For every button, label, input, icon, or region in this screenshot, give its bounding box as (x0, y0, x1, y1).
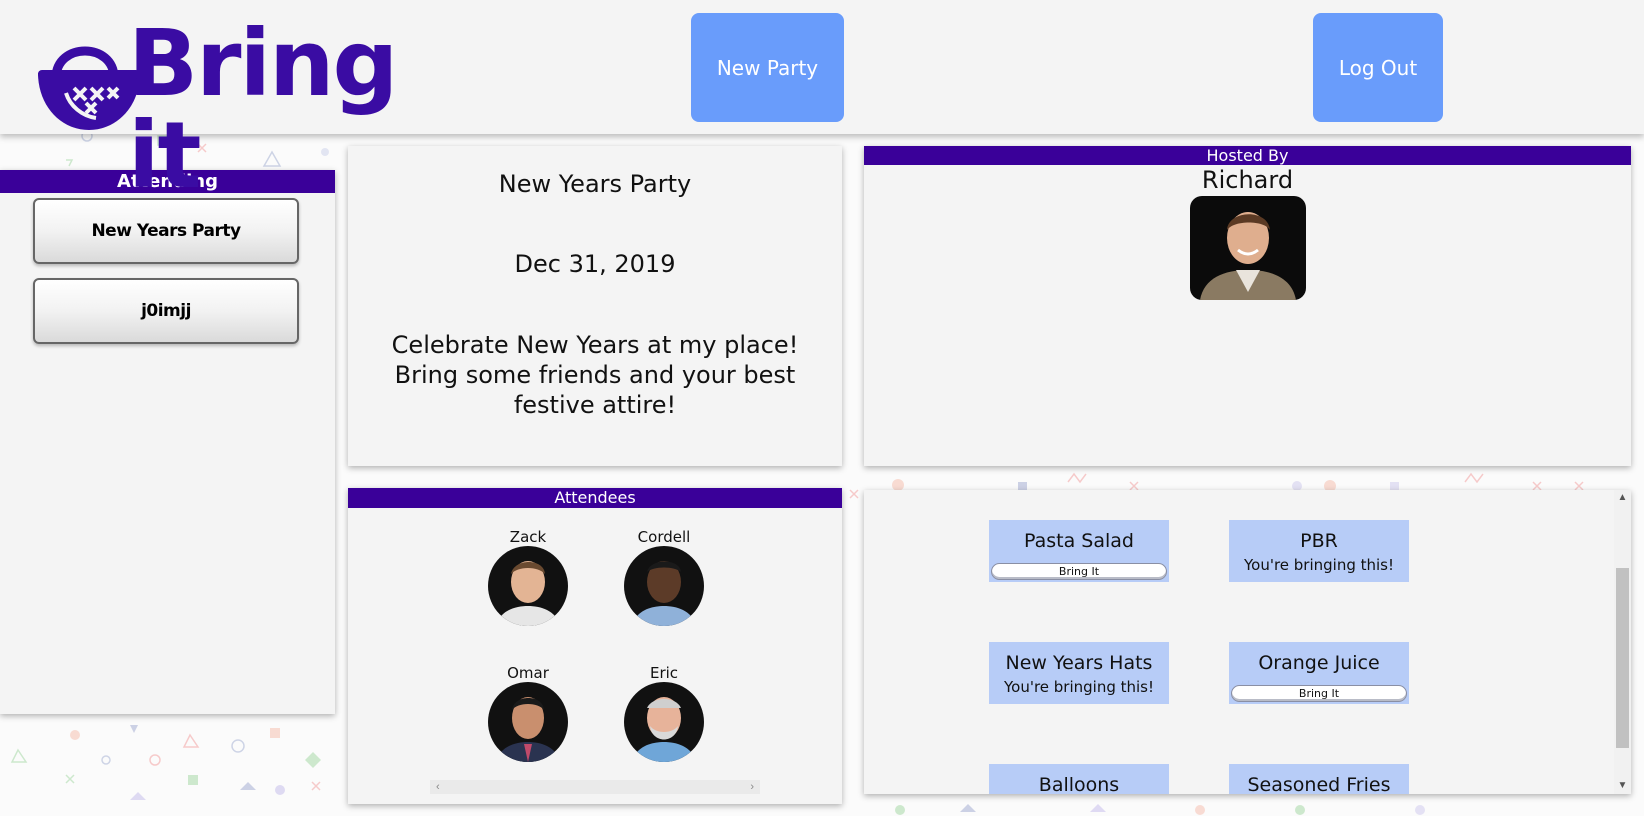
person-icon (1200, 212, 1296, 300)
scroll-right-icon[interactable]: › (750, 781, 754, 793)
attendee-avatar[interactable] (624, 682, 704, 762)
host-name: Richard (1201, 166, 1294, 194)
attending-panel: Attending New Years Party j0imjj (0, 170, 335, 714)
attendee-name: Cordell (637, 528, 691, 546)
item-card: Balloons (989, 764, 1169, 794)
item-name: New Years Hats (1005, 652, 1153, 674)
scrollbar-thumb[interactable] (1616, 568, 1629, 748)
scroll-left-icon[interactable]: ‹ (436, 781, 440, 793)
attendee-avatar[interactable] (488, 682, 568, 762)
person-icon (496, 561, 560, 626)
attendees-horizontal-scrollbar[interactable]: ‹ › (430, 780, 760, 794)
item-name: Balloons (1038, 774, 1120, 794)
items-vertical-scrollbar[interactable]: ▲ ▼ (1614, 490, 1631, 794)
host-avatar (1190, 196, 1306, 300)
scroll-up-icon[interactable]: ▲ (1614, 490, 1631, 506)
host-title: Hosted By (864, 146, 1631, 165)
item-card: New Years Hats You're bringing this! (989, 642, 1169, 704)
item-card: PBR You're bringing this! (1229, 520, 1409, 582)
attendees-title: Attendees (348, 488, 842, 508)
attending-item-j0imjj[interactable]: j0imjj (33, 278, 299, 344)
person-icon (632, 697, 696, 762)
attendees-panel: Attendees Zack Cordell Omar Eric ‹ › (348, 488, 842, 804)
party-title: New Years Party (498, 170, 692, 198)
attendee-name: Eric (649, 664, 679, 682)
attendee-name: Zack (509, 528, 547, 546)
item-name: Orange Juice (1258, 652, 1380, 674)
items-panel: Pasta Salad Bring It PBR You're bringing… (864, 490, 1631, 794)
host-panel: Hosted By Richard (864, 146, 1631, 466)
party-description: Celebrate New Years at my place! Bring s… (391, 331, 799, 419)
scroll-down-icon[interactable]: ▼ (1614, 778, 1631, 794)
person-icon (632, 561, 696, 626)
person-icon (496, 697, 560, 762)
item-name: PBR (1300, 530, 1338, 552)
attendee-avatar[interactable] (488, 546, 568, 626)
party-date: Dec 31, 2019 (514, 250, 676, 278)
attendee-name: Omar (507, 664, 549, 682)
app-header: Bring it New Party Log Out (0, 0, 1644, 202)
new-party-button[interactable]: New Party (691, 13, 844, 122)
item-card: Seasoned Fries (1229, 764, 1409, 794)
bring-it-button[interactable]: Bring It (991, 563, 1167, 580)
party-details-panel: New Years Party Dec 31, 2019 Celebrate N… (348, 146, 842, 466)
item-card: Pasta Salad Bring It (989, 520, 1169, 582)
logo-wordmark: Bring it (128, 10, 398, 209)
item-name: Pasta Salad (1024, 530, 1134, 552)
item-card: Orange Juice Bring It (1229, 642, 1409, 704)
item-name: Seasoned Fries (1247, 774, 1391, 794)
logout-button[interactable]: Log Out (1313, 13, 1443, 122)
app-logo[interactable]: Bring it (36, 18, 398, 202)
bringing-status: You're bringing this! (1003, 678, 1155, 696)
bring-it-button[interactable]: Bring It (1231, 685, 1407, 702)
attendee-avatar[interactable] (624, 546, 704, 626)
bringing-status: You're bringing this! (1243, 556, 1395, 574)
